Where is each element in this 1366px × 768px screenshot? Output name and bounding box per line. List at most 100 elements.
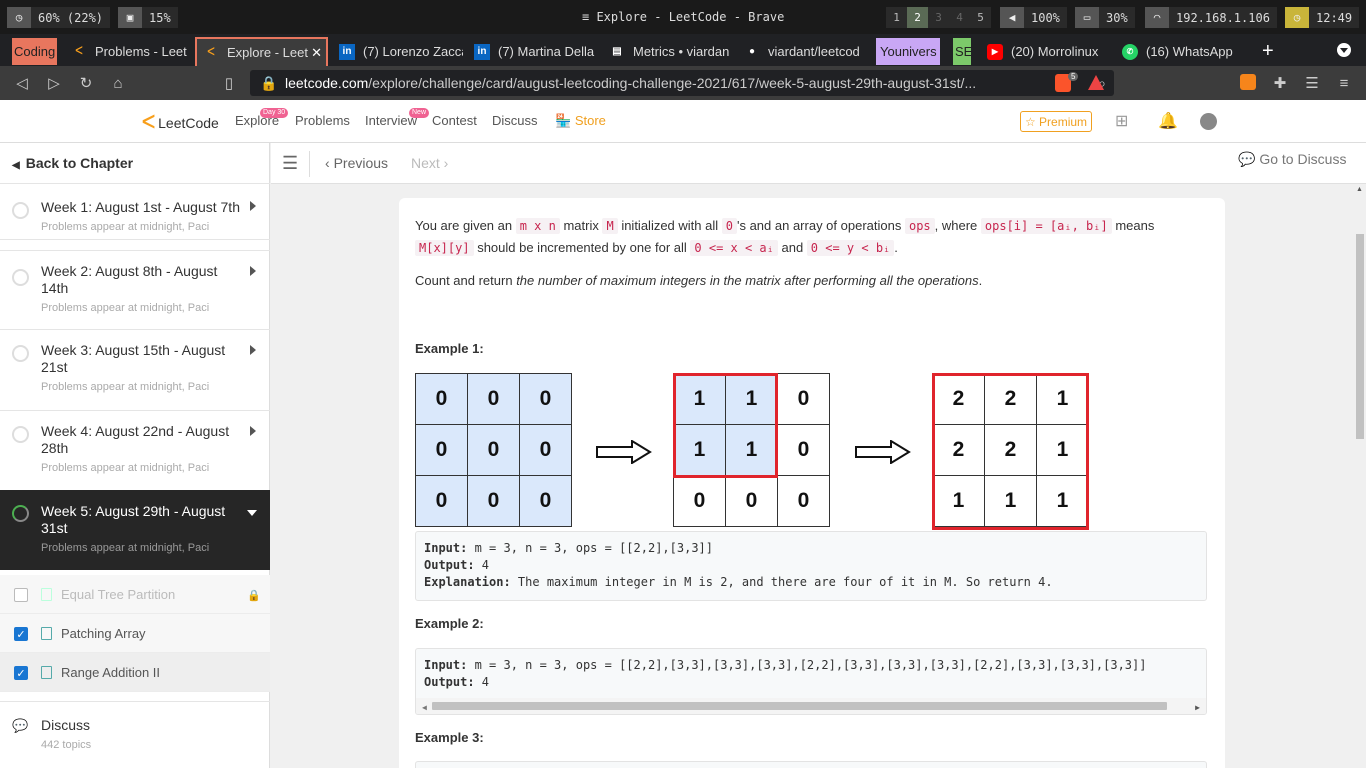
address-bar-row: ◁ ▷ ↻ ⌂ ▯ 🔒 leetcode.com/explore/challen… xyxy=(0,66,1366,100)
bookmark-button[interactable]: ▯ xyxy=(220,74,238,92)
workspace-2[interactable]: 2 xyxy=(907,7,928,28)
text: Count and return xyxy=(415,273,517,288)
tab-linkedin-2[interactable]: in (7) Martina Della xyxy=(468,38,598,65)
tab-label: Metrics • viardan xyxy=(633,44,730,59)
workspace-1[interactable]: 1 xyxy=(886,7,907,28)
reload-button[interactable]: ↻ xyxy=(77,74,95,92)
tab-problems[interactable]: ᐸ Problems - LeetC xyxy=(65,38,187,65)
hamburger-icon[interactable]: ☰ xyxy=(282,153,298,174)
forward-button[interactable]: ▷ xyxy=(45,74,63,92)
clock-widget: ◷ 12:49 xyxy=(1285,7,1360,28)
scroll-left-icon[interactable]: ◀ xyxy=(422,699,427,714)
tab-linkedin-1[interactable]: in (7) Lorenzo Zacca xyxy=(333,38,463,65)
scroll-right-icon[interactable]: ▶ xyxy=(1195,699,1200,714)
tab-github[interactable]: ● viardant/leetcod xyxy=(738,38,868,65)
back-to-chapter-link[interactable]: ◀ Back to Chapter xyxy=(12,155,133,171)
playground-icon[interactable]: ⊞ xyxy=(1115,111,1128,131)
network-widget: ◠ 192.168.1.106 xyxy=(1145,7,1277,28)
problem-item[interactable]: ✓ Patching Array xyxy=(0,614,270,653)
sidebar-week-1[interactable]: Week 1: August 1st - August 7th Problems… xyxy=(0,183,270,240)
text: . xyxy=(978,273,983,288)
home-button[interactable]: ⌂ xyxy=(109,74,127,92)
tab-youtube[interactable]: ▶ (20) Morrolinux xyxy=(981,38,1111,65)
nav-discuss[interactable]: Discuss xyxy=(492,113,538,128)
battery-icon: ▭ xyxy=(1075,7,1099,28)
sidebar-week-5[interactable]: Week 5: August 29th - August 31st Proble… xyxy=(0,490,270,570)
url-path: /explore/challenge/card/august-leetcodin… xyxy=(368,75,977,91)
vertical-scrollbar[interactable]: ▲ xyxy=(1353,184,1366,768)
leetcode-logo-icon: ᐸ xyxy=(142,112,156,132)
workspace-3[interactable]: 3 xyxy=(928,7,949,28)
value: 4 xyxy=(474,558,490,572)
tab-explore[interactable]: ᐸ Explore - Leet ✕ xyxy=(195,37,328,66)
sidebar-week-4[interactable]: Week 4: August 22nd - August 28th Proble… xyxy=(0,411,270,491)
tab-group-se[interactable]: SE xyxy=(953,38,971,65)
whatsapp-favicon: ✆ xyxy=(1122,43,1138,60)
sidebar-week-2[interactable]: Week 2: August 8th - August 14th Problem… xyxy=(0,250,270,330)
discuss-count: 442 topics xyxy=(41,739,92,751)
previous-label: Previous xyxy=(333,155,389,171)
caret-left-icon: ◀ xyxy=(12,160,20,171)
avatar-icon[interactable] xyxy=(1200,113,1217,130)
close-tab-icon[interactable]: ✕ xyxy=(311,45,322,61)
cpu-widget: ◷ 60% (22%) xyxy=(7,7,111,28)
workspace-5[interactable]: 5 xyxy=(970,7,991,28)
linkedin-favicon: in xyxy=(339,43,355,60)
star-icon: ☆ xyxy=(1024,114,1036,129)
tab-metrics[interactable]: ▤ Metrics • viardan xyxy=(603,38,733,65)
volume-text: 100% xyxy=(1024,7,1067,28)
bell-icon[interactable]: 🔔 xyxy=(1158,111,1178,131)
sidebar-discuss[interactable]: 💬 Discuss 442 topics xyxy=(0,701,270,768)
metamask-icon[interactable] xyxy=(1240,74,1256,90)
extensions-icon[interactable]: ✚ xyxy=(1271,74,1289,92)
new-tab-button[interactable]: + xyxy=(1256,38,1280,65)
problem-paragraph-2: Count and return the number of maximum i… xyxy=(415,270,982,292)
scrollbar-thumb[interactable] xyxy=(432,702,1167,710)
week-title: Week 4: August 22nd - August 28th xyxy=(41,423,230,456)
problem-item-locked[interactable]: Equal Tree Partition 🔒 xyxy=(0,575,270,614)
tab-group-label: SE xyxy=(955,44,971,59)
tab-group-younivers[interactable]: Younivers xyxy=(876,38,940,65)
inline-code: 0 <= y < bᵢ xyxy=(806,240,895,256)
value: m = 3, n = 3, ops = [[2,2],[3,3]] xyxy=(467,541,713,555)
leetcode-logo[interactable]: ᐸ LeetCode xyxy=(142,112,219,133)
volume-widget[interactable]: ◀ 100% xyxy=(1000,7,1067,28)
clock-cpu-icon: ◷ xyxy=(7,7,31,28)
scrollbar-thumb[interactable] xyxy=(1356,234,1364,439)
system-bar: ◷ 60% (22%) ▣ 15% ≡ Explore - LeetCode -… xyxy=(0,0,1366,34)
browser-menu-icon[interactable]: ≡ xyxy=(1335,74,1353,92)
progress-circle-icon xyxy=(12,426,29,443)
back-button[interactable]: ◁ xyxy=(13,74,31,92)
sidebar-week-3[interactable]: Week 3: August 15th - August 21st Proble… xyxy=(0,330,270,411)
discuss-label: Discuss xyxy=(41,717,91,733)
go-to-discuss-button[interactable]: 💬 Go to Discuss xyxy=(1238,151,1346,168)
problem-item-active[interactable]: ✓ Range Addition II xyxy=(0,653,270,692)
tab-group-coding[interactable]: Coding xyxy=(12,38,57,65)
url-field[interactable]: 🔒 leetcode.com/explore/challenge/card/au… xyxy=(250,70,1114,96)
premium-label: Premium xyxy=(1039,114,1088,129)
tab-whatsapp[interactable]: ✆ (16) WhatsApp xyxy=(1116,38,1246,65)
document-favicon: ▤ xyxy=(612,46,622,57)
scroll-up-icon[interactable]: ▲ xyxy=(1356,186,1363,193)
horizontal-scrollbar[interactable]: ◀ ▶ xyxy=(416,698,1206,714)
workspace-4[interactable]: 4 xyxy=(949,7,970,28)
checkbox-checked-icon: ✓ xyxy=(14,627,28,641)
tab-bar: Coding ᐸ Problems - LeetC ᐸ Explore - Leet… xyxy=(0,34,1366,66)
previous-button[interactable]: ‹ Previous xyxy=(325,155,388,171)
reading-list-icon[interactable]: ☰ xyxy=(1303,74,1321,92)
window-title: ≡ Explore - LeetCode - Brave xyxy=(582,10,784,24)
content-toolbar: ☰ ‹ Previous Next › 💬 Go to Discuss xyxy=(271,143,1366,184)
checkbox-checked-icon: ✓ xyxy=(14,666,28,680)
menu-icon: ≡ xyxy=(582,10,597,24)
nav-store[interactable]: 🏪 Store xyxy=(555,113,606,129)
problem-content: You are given an m x n matrix M initiali… xyxy=(271,184,1353,768)
text: You are given an xyxy=(415,218,516,233)
tab-list-button[interactable] xyxy=(1337,43,1351,57)
workspace-switcher[interactable]: 12345 xyxy=(886,7,991,28)
label: Input: xyxy=(424,658,468,672)
premium-button[interactable]: ☆ Premium xyxy=(1020,111,1092,132)
nav-problems[interactable]: Problems xyxy=(295,113,350,128)
nav-contest[interactable]: Contest xyxy=(432,113,477,128)
brave-rewards-icon[interactable] xyxy=(1088,75,1104,90)
next-button[interactable]: Next › xyxy=(411,155,448,171)
